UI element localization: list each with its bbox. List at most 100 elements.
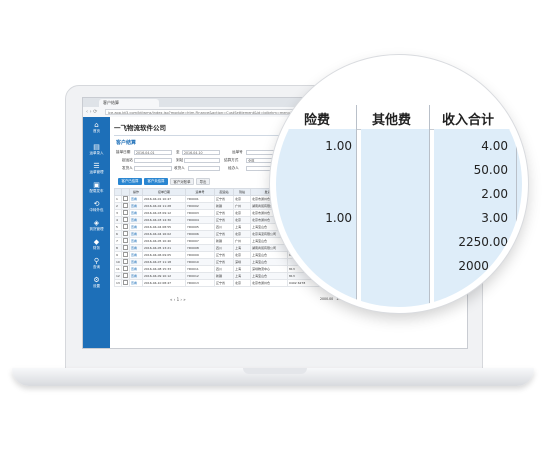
- column-separator: [516, 105, 517, 307]
- table-cell: YD0003: [185, 209, 215, 217]
- settled-button[interactable]: 客户已结算: [118, 178, 142, 185]
- row-checkbox[interactable]: [121, 230, 130, 238]
- filter-label: 起运站: [122, 158, 133, 162]
- end-date-input[interactable]: 2016-04-10: [182, 150, 220, 155]
- table-cell: 6: [114, 230, 122, 238]
- consignee-input[interactable]: [188, 166, 220, 171]
- table-cell: 2016-04-04 08:55: [142, 223, 186, 231]
- browser-tab[interactable]: 客户结算: [99, 99, 159, 107]
- table-cell: 11: [114, 265, 122, 273]
- row-checkbox[interactable]: [121, 202, 130, 210]
- table-cell: 四川: [214, 265, 234, 273]
- row-checkbox[interactable]: [121, 216, 130, 224]
- table-cell: 2016-04-03 14:30: [142, 216, 186, 224]
- view-link[interactable]: 查看: [129, 195, 143, 203]
- view-link[interactable]: 查看: [129, 216, 143, 224]
- origin-input[interactable]: [134, 158, 172, 163]
- view-link[interactable]: 查看: [129, 223, 143, 231]
- view-link[interactable]: 查看: [129, 202, 143, 210]
- table-cell: YD0010: [185, 258, 215, 266]
- table-cell: 12: [114, 272, 122, 280]
- filter-label: 至: [176, 150, 180, 154]
- row-checkbox[interactable]: [121, 265, 130, 273]
- view-link[interactable]: 查看: [129, 237, 143, 245]
- table-cell: YD0013: [185, 279, 215, 287]
- back-forward-icon[interactable]: ‹ › ⟳: [86, 109, 97, 115]
- table-cell: YD0006: [185, 230, 215, 238]
- row-checkbox[interactable]: [121, 195, 130, 203]
- table-cell: 2016-04-02 11:28: [142, 202, 186, 210]
- unsettled-button[interactable]: 客户未结算: [144, 178, 168, 185]
- sidebar-item-settings[interactable]: ⚙ 设置: [83, 276, 110, 291]
- row-checkbox[interactable]: [121, 279, 130, 287]
- table-cell: 9: [114, 251, 122, 259]
- table-cell: 2016-04-06 09:05: [142, 251, 186, 259]
- table-cell: 2016-04-05 13:21: [142, 244, 186, 252]
- row-checkbox[interactable]: [121, 272, 130, 280]
- table-cell: 深圳: [233, 258, 251, 266]
- row-checkbox[interactable]: [121, 244, 130, 252]
- table-cell: 上海: [233, 265, 251, 273]
- zoomed-cell: 3.00: [481, 211, 508, 225]
- view-link[interactable]: 查看: [129, 265, 143, 273]
- table-cell: YD0009: [185, 251, 215, 259]
- table-cell: 辽宁省: [214, 209, 234, 217]
- start-date-input[interactable]: 2016-04-01: [134, 150, 172, 155]
- table-cell: 广州: [233, 237, 251, 245]
- view-link[interactable]: 查看: [129, 258, 143, 266]
- destination-input[interactable]: [184, 158, 220, 163]
- column-header: [114, 188, 122, 196]
- view-link[interactable]: 查看: [129, 251, 143, 259]
- table-cell: 北京: [233, 279, 251, 287]
- column-header: [121, 188, 130, 196]
- table-cell: 7: [114, 237, 122, 245]
- table-cell: 辽宁省: [214, 195, 234, 203]
- view-link[interactable]: 查看: [129, 244, 143, 252]
- sidebar-item-home[interactable]: ⌂ 首页: [83, 121, 110, 136]
- table-cell: 北京: [233, 209, 251, 217]
- zoomed-cell: 50.00: [473, 163, 508, 177]
- table-cell: 8: [114, 244, 122, 252]
- view-link[interactable]: 查看: [129, 279, 143, 287]
- row-checkbox[interactable]: [121, 209, 130, 217]
- statement-button[interactable]: 客户对账单: [170, 178, 194, 185]
- page-title: 客户结算: [116, 140, 137, 146]
- zoomed-cell: 1.00: [325, 139, 352, 153]
- table-cell: 2: [114, 202, 122, 210]
- table-cell: 10: [114, 258, 122, 266]
- table-cell: 2016-04-09 10:12: [142, 272, 186, 280]
- list-icon: ☰: [93, 162, 100, 170]
- view-link[interactable]: 查看: [129, 230, 143, 238]
- sidebar-item-loading[interactable]: ▣ 配载发车: [83, 181, 110, 196]
- magnifier-zoom: 险费 其他费 收入合计 1.00 1.00 4.00 50.00 2.00 3.00 225…: [270, 55, 528, 313]
- transfer-icon: ⟲: [93, 200, 100, 208]
- pagination[interactable]: « ‹ 1 › »: [170, 297, 186, 302]
- table-cell: 5: [114, 223, 122, 231]
- document-icon: ▤: [93, 143, 100, 151]
- row-checkbox[interactable]: [121, 258, 130, 266]
- table-cell: YD0004: [185, 216, 215, 224]
- sidebar-item-arrival[interactable]: ◈ 到货管理: [83, 219, 110, 234]
- view-link[interactable]: 查看: [129, 209, 143, 217]
- row-checkbox[interactable]: [121, 251, 130, 259]
- export-button[interactable]: 导出: [196, 178, 210, 185]
- sidebar-item-order-entry[interactable]: ▤ 运单录入: [83, 143, 110, 158]
- sidebar: ⌂ 首页 ▤ 运单录入 ☰ 运单管理 ▣ 配载发车 ⟲ 中转外包 ◈ 到货管理 ◆ 财务 ⚲ 查…: [83, 117, 110, 348]
- row-checkbox[interactable]: [121, 223, 130, 231]
- table-cell: 北京: [233, 195, 251, 203]
- column-separator: [356, 105, 357, 307]
- sidebar-item-order-management[interactable]: ☰ 运单管理: [83, 162, 110, 177]
- table-cell: 辽宁省: [214, 258, 234, 266]
- row-checkbox[interactable]: [121, 237, 130, 245]
- table-cell: 辽宁省: [214, 279, 234, 287]
- table-cell: 2016-04-04 16:02: [142, 230, 186, 238]
- home-icon: ⌂: [94, 121, 99, 129]
- view-link[interactable]: 查看: [129, 272, 143, 280]
- magnifier-content: 险费 其他费 收入合计 1.00 1.00 4.00 50.00 2.00 3.00 225…: [276, 61, 522, 307]
- table-cell: 上海: [233, 272, 251, 280]
- sidebar-item-transfer[interactable]: ⟲ 中转外包: [83, 200, 110, 215]
- column-header: 接单日期: [142, 188, 186, 196]
- shipper-input[interactable]: [134, 166, 172, 171]
- sidebar-item-query[interactable]: ⚲ 查询: [83, 257, 110, 272]
- sidebar-item-finance[interactable]: ◆ 财务: [83, 238, 110, 253]
